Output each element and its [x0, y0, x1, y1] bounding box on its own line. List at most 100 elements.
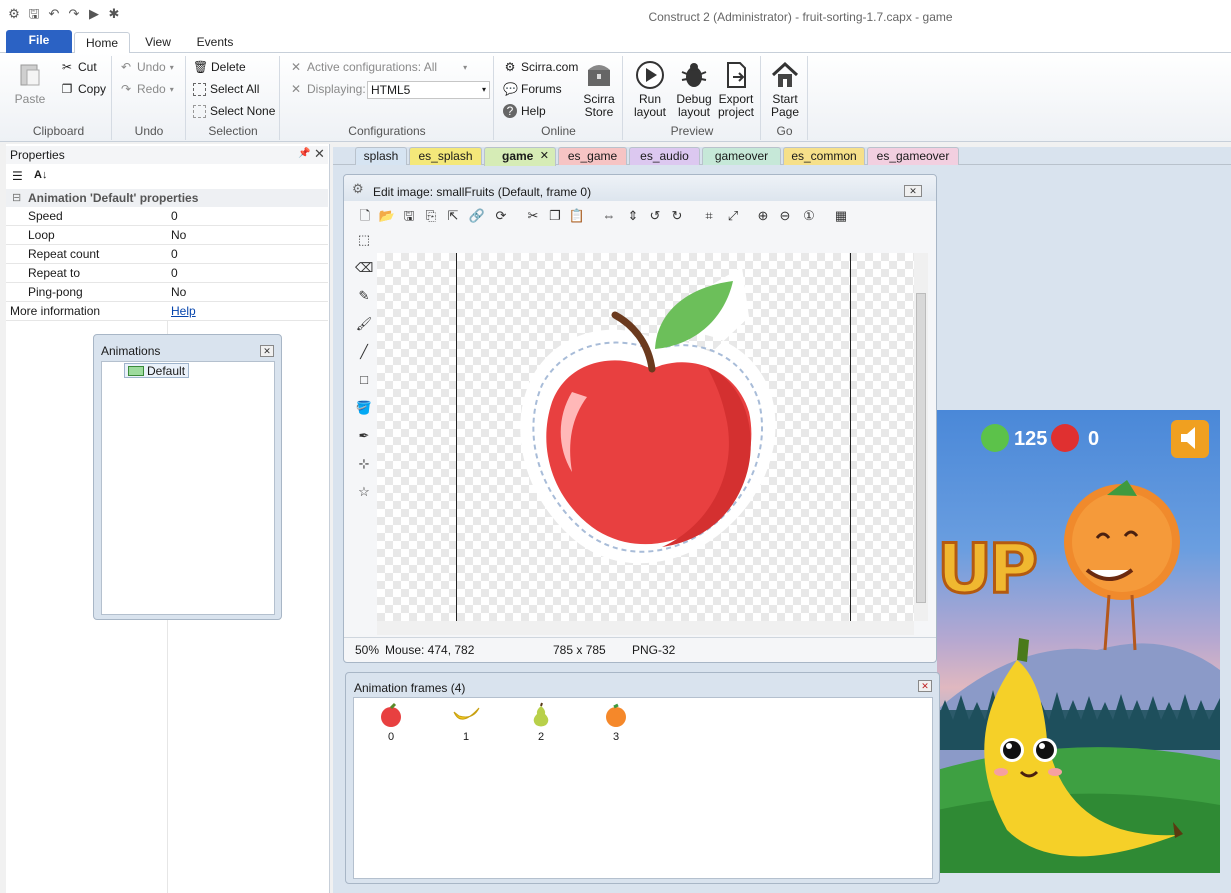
editor-gear-icon: ⚙: [352, 181, 364, 196]
collision-polygon-icon[interactable]: ☆: [355, 483, 373, 501]
undo-button[interactable]: ↶ Undo ▾: [119, 60, 174, 74]
preview-group: Run layout Debug layout Export project Prev…: [624, 56, 761, 140]
open-icon[interactable]: 📂: [378, 207, 396, 225]
run-layout-button[interactable]: Run layout: [628, 60, 672, 119]
mouse-coords: Mouse: 474, 782: [385, 643, 475, 657]
doc-tab-es-common[interactable]: es_common: [783, 147, 865, 165]
tab-events[interactable]: Events: [188, 32, 242, 54]
frames-close-icon[interactable]: ✕: [918, 680, 932, 692]
pin-icon[interactable]: 📌: [298, 148, 310, 159]
prop-row-ping-pong[interactable]: Ping-pong No: [6, 283, 328, 302]
doc-tab-game[interactable]: game ✕: [484, 147, 556, 166]
background-toggle-icon[interactable]: ▦: [832, 207, 850, 225]
doc-tab-splash[interactable]: splash: [355, 147, 407, 165]
doc-tab-es-game[interactable]: es_game: [558, 147, 627, 165]
edit-image-title: Edit image: smallFruits (Default, frame …: [373, 185, 592, 199]
doc-tab-gameover[interactable]: gameover: [702, 147, 781, 165]
edit-image-close-icon[interactable]: ✕: [904, 185, 922, 197]
copy-image-icon[interactable]: ❐: [546, 207, 564, 225]
debug-layout-button[interactable]: Debug layout: [672, 60, 716, 119]
displaying-select[interactable]: HTML5 ▾: [367, 81, 490, 99]
close-icon[interactable]: ✕: [314, 146, 325, 162]
zoom-reset-icon[interactable]: ①: [800, 207, 818, 225]
rectangle-icon[interactable]: □: [355, 371, 373, 389]
prop-row-speed[interactable]: Speed 0: [6, 207, 328, 226]
select-none-button[interactable]: Select None: [193, 104, 275, 118]
export-image-icon[interactable]: ⇱: [444, 207, 462, 225]
apple-thumb-icon: [381, 702, 401, 727]
doc-tab-es-splash[interactable]: es_splash: [409, 147, 482, 165]
zoom-in-icon[interactable]: ⊕: [754, 207, 772, 225]
image-size: 785 x 785: [553, 643, 606, 657]
tab-home[interactable]: Home: [74, 32, 130, 54]
sort-az-icon[interactable]: A↓: [34, 169, 47, 181]
paste-button[interactable]: Paste: [12, 60, 48, 106]
categorized-icon[interactable]: ☰: [12, 169, 23, 183]
pencil-icon[interactable]: ✎: [355, 287, 373, 305]
redo-button[interactable]: ↷ Redo ▾: [119, 82, 174, 96]
horizontal-scrollbar[interactable]: [377, 621, 914, 635]
banana-thumb-icon: [453, 707, 480, 720]
properties-title: Properties: [10, 148, 65, 162]
animation-item-default[interactable]: Default: [124, 363, 190, 378]
save-as-icon[interactable]: ⎘: [422, 207, 440, 225]
zoom-out-icon[interactable]: ⊖: [776, 207, 794, 225]
game-layout-canvas[interactable]: UP 125 0: [937, 410, 1220, 873]
bug-icon: [681, 63, 707, 87]
paste-icon: [20, 64, 40, 86]
pear-thumb-icon: [533, 702, 549, 727]
vertical-scrollbar[interactable]: [914, 253, 928, 621]
save-image-icon[interactable]: 🖫: [400, 207, 418, 225]
tab-file[interactable]: File: [6, 30, 72, 53]
eraser-icon[interactable]: ⌫: [355, 259, 373, 277]
flip-horizontal-icon[interactable]: ⇔: [600, 207, 618, 225]
scirra-link[interactable]: ⚙ Scirra.com: [503, 60, 579, 74]
film-icon: [128, 365, 144, 376]
frame-0[interactable]: 0: [376, 702, 406, 743]
frame-3[interactable]: 3: [601, 702, 631, 743]
properties-section-header[interactable]: ⊟ Animation 'Default' properties: [6, 189, 328, 207]
rect-select-icon[interactable]: ⬚: [355, 231, 373, 249]
animations-title: Animations: [101, 344, 161, 358]
line-icon[interactable]: ╱: [355, 343, 373, 361]
scirra-store-button[interactable]: Scirra Store: [579, 60, 619, 119]
rotate-ccw-icon[interactable]: ↺: [646, 207, 664, 225]
vertical-scroll-thumb[interactable]: [916, 293, 926, 603]
collapse-icon: ⊟: [12, 192, 22, 204]
start-page-button[interactable]: Start Page: [764, 60, 806, 119]
image-canvas[interactable]: [377, 253, 914, 621]
frame-2[interactable]: 2: [526, 702, 556, 743]
animations-close-icon[interactable]: ✕: [260, 345, 274, 357]
rotate-cw-icon[interactable]: ↻: [668, 207, 686, 225]
active-configurations-dropdown[interactable]: ✕ Active configurations: All ▾: [289, 60, 467, 74]
help-link[interactable]: ? Help: [503, 104, 546, 118]
delete-button[interactable]: 🗑 Delete: [193, 60, 246, 74]
orange-thumb-icon: [606, 703, 626, 727]
export-project-button[interactable]: Export project: [714, 60, 758, 119]
doc-tab-es-audio[interactable]: es_audio: [629, 147, 700, 165]
paste-image-icon[interactable]: 📋: [568, 207, 586, 225]
flip-vertical-icon[interactable]: ⇕: [624, 207, 642, 225]
brush-icon[interactable]: 🖌: [355, 315, 373, 333]
forums-link[interactable]: 💬 Forums: [503, 82, 562, 96]
prop-row-repeat-to[interactable]: Repeat to 0: [6, 264, 328, 283]
copy-button[interactable]: ❐ Copy: [60, 82, 106, 96]
help-link-properties[interactable]: Help: [171, 304, 196, 318]
fill-icon[interactable]: 🪣: [355, 399, 373, 417]
cut-button[interactable]: ✂ Cut: [60, 60, 97, 74]
new-icon[interactable]: 🗋: [356, 207, 374, 225]
prop-row-loop[interactable]: Loop No: [6, 226, 328, 245]
resize-icon[interactable]: ⤢: [724, 207, 742, 225]
refresh-icon[interactable]: ⟳: [492, 207, 510, 225]
tab-view[interactable]: View: [134, 32, 182, 54]
animation-frames-title: Animation frames (4): [354, 681, 466, 695]
select-all-button[interactable]: Select All: [193, 82, 259, 96]
color-picker-icon[interactable]: ✒: [355, 427, 373, 445]
link-icon[interactable]: 🔗: [468, 207, 486, 225]
frame-1[interactable]: 1: [451, 702, 481, 743]
origin-icon[interactable]: ⊹: [355, 455, 373, 473]
prop-row-repeat-count[interactable]: Repeat count 0: [6, 245, 328, 264]
doc-tab-es-gameover[interactable]: es_gameover: [867, 147, 959, 165]
crop-icon[interactable]: ⌗: [700, 207, 718, 225]
cut-image-icon[interactable]: ✂: [524, 207, 542, 225]
